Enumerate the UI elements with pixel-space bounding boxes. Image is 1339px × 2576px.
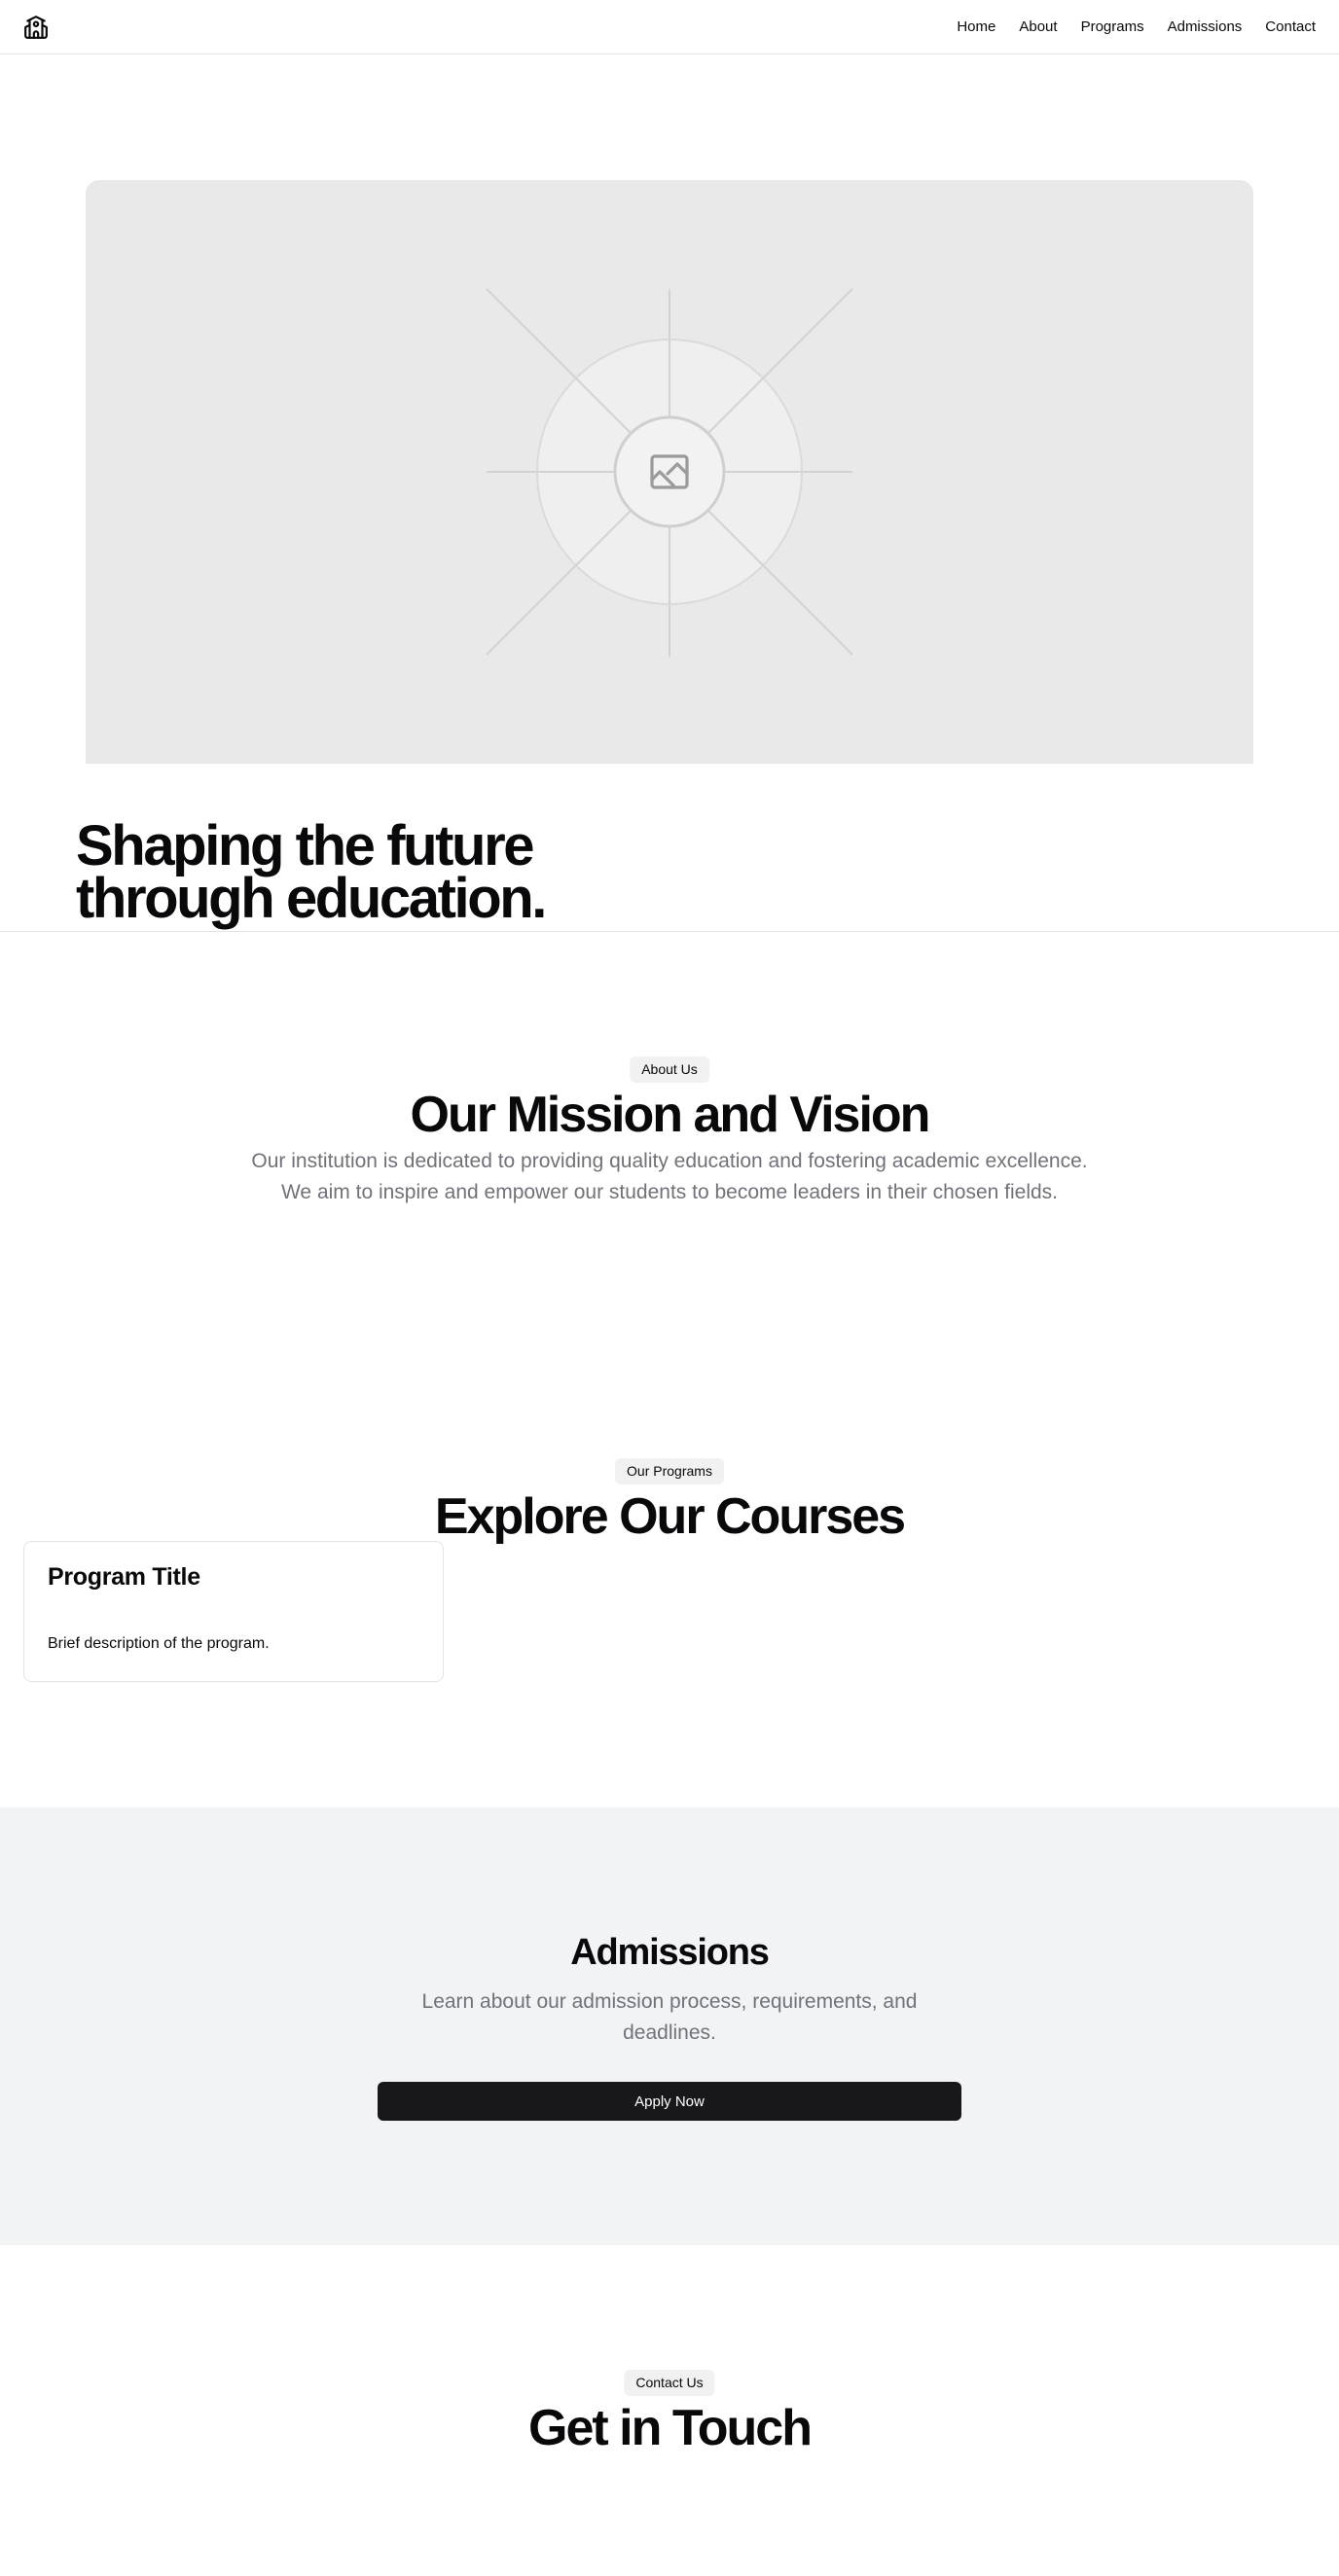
nav-contact[interactable]: Contact — [1265, 18, 1316, 35]
about-text-line-1: Our institution is dedicated to providin… — [251, 1150, 1088, 1172]
section-divider — [0, 931, 1339, 932]
hero-image-placeholder — [86, 180, 1253, 764]
admissions-title: Admissions — [570, 1932, 770, 1973]
logo-link[interactable] — [23, 15, 49, 40]
image-placeholder-icon — [486, 288, 853, 657]
about-badge: About Us — [630, 1056, 709, 1083]
program-card-description: Brief description of the program. — [48, 1635, 270, 1652]
nav-admissions[interactable]: Admissions — [1168, 18, 1243, 35]
contact-title: Get in Touch — [528, 2400, 813, 2456]
main-nav: Home About Programs Admissions Contact — [957, 18, 1316, 35]
admissions-text-line-2: deadlines. — [623, 2021, 716, 2044]
about-text-line-2: We aim to inspire and empower our studen… — [280, 1181, 1059, 1203]
hero-title: Shaping the future through education. — [76, 814, 952, 930]
programs-badge: Our Programs — [615, 1458, 724, 1485]
program-card[interactable]: Program Title Brief description of the p… — [23, 1541, 444, 1682]
about-title: Our Mission and Vision — [410, 1087, 931, 1143]
programs-title: Explore Our Courses — [434, 1488, 906, 1545]
nav-about[interactable]: About — [1019, 18, 1057, 35]
hero-title-line-1: Shaping the future — [76, 814, 535, 877]
nav-programs[interactable]: Programs — [1081, 18, 1144, 35]
contact-badge: Contact Us — [624, 2370, 715, 2396]
admissions-text-line-1: Learn about our admission process, requi… — [421, 1990, 918, 2013]
page: Home About Programs Admissions Contact S… — [0, 0, 1339, 2576]
program-card-title: Program Title — [48, 1563, 200, 1591]
site-header: Home About Programs Admissions Contact — [0, 0, 1339, 54]
nav-home[interactable]: Home — [957, 18, 995, 35]
school-building-icon — [24, 15, 48, 39]
hero-title-line-2: through education. — [76, 867, 547, 930]
apply-now-button[interactable]: Apply Now — [378, 2082, 961, 2121]
